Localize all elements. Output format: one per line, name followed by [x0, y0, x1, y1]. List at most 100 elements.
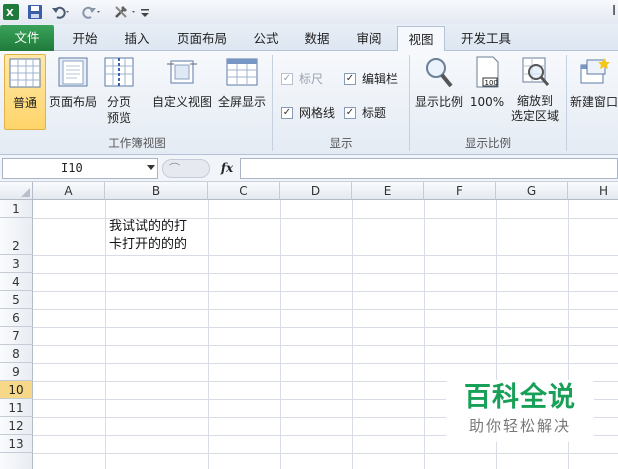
insert-function-icon[interactable]: fx: [218, 159, 236, 177]
save-icon[interactable]: [26, 3, 44, 21]
zoom-100-icon: 100: [471, 56, 503, 88]
column-header-e[interactable]: E: [352, 182, 424, 200]
full-screen-label: 全屏显示: [217, 95, 266, 109]
row-header-12[interactable]: 12: [0, 417, 33, 435]
tools-icon[interactable]: [112, 3, 138, 21]
tab-review[interactable]: 审阅: [346, 26, 392, 51]
headings-check-icon: ✓: [344, 106, 356, 119]
tab-home[interactable]: 开始: [62, 26, 108, 51]
custom-views-button[interactable]: 自定义视图: [150, 54, 214, 130]
zoom-100-icon-text: 100: [485, 79, 498, 87]
name-box[interactable]: I10: [2, 158, 158, 179]
row-header-13[interactable]: 13: [0, 435, 33, 453]
excel-window: X I 文件 开始 插入 页面布局 公式 数据 审阅 视图 开发工具 普通 页面…: [0, 0, 618, 469]
magnifier-icon: [423, 56, 455, 88]
tab-insert[interactable]: 插入: [114, 26, 160, 51]
column-header-a[interactable]: A: [33, 182, 105, 200]
formula-bar-check-icon: ✓: [344, 72, 356, 85]
row-header-9[interactable]: 9: [0, 363, 33, 381]
gridline: [105, 200, 106, 469]
gridline: [33, 291, 618, 292]
row-header-5[interactable]: 5: [0, 291, 33, 309]
row-header-1[interactable]: 1: [0, 200, 33, 218]
window-title: I: [612, 4, 616, 19]
gridline: [33, 309, 618, 310]
select-all-button[interactable]: [0, 182, 33, 200]
gridline: [33, 255, 618, 256]
formula-input[interactable]: [240, 158, 618, 179]
page-break-preview-label: 分页 预览: [106, 95, 131, 125]
gridline: [33, 453, 618, 454]
page-layout-view-icon: [57, 56, 89, 88]
gridlines-check-icon: ✓: [281, 106, 293, 119]
zoom-to-selection-button[interactable]: 缩放到 选定区域: [508, 54, 562, 130]
full-screen-button[interactable]: 全屏显示: [215, 54, 269, 130]
new-window-button[interactable]: 新建窗口: [570, 54, 618, 130]
svg-text:X: X: [6, 8, 14, 19]
undo-icon[interactable]: [50, 3, 72, 21]
excel-icon[interactable]: X: [2, 3, 20, 21]
normal-view-button[interactable]: 普通: [4, 54, 46, 130]
new-window-icon: [578, 56, 610, 88]
ribbon-view: 普通 页面布局 分页 预览 自定义视图 全屏显示 工作簿视图 ✓ 标尺 ✓ 编辑…: [0, 51, 618, 155]
watermark-subtitle: 助你轻松解决: [468, 417, 571, 435]
page-layout-view-button[interactable]: 页面布局: [48, 54, 98, 130]
gridlines-checkbox[interactable]: ✓ 网格线: [281, 104, 335, 121]
row-header-4[interactable]: 4: [0, 273, 33, 291]
chevron-down-icon[interactable]: [147, 165, 155, 170]
gridline: [33, 363, 618, 364]
row-header-10[interactable]: 10: [0, 381, 33, 399]
column-header-b[interactable]: B: [105, 182, 208, 200]
zoom-selection-icon: [519, 56, 551, 88]
custom-views-label: 自定义视图: [151, 95, 212, 109]
column-header-d[interactable]: D: [280, 182, 352, 200]
group-label-show: 显示: [329, 136, 353, 150]
tab-view[interactable]: 视图: [397, 26, 445, 52]
column-header-f[interactable]: F: [424, 182, 496, 200]
normal-view-icon: [9, 57, 41, 89]
column-header-c[interactable]: C: [208, 182, 280, 200]
zoom-button[interactable]: 显示比例: [413, 54, 465, 130]
row-header-7[interactable]: 7: [0, 327, 33, 345]
zoom-100-button[interactable]: 100 100%: [468, 54, 506, 130]
tab-page-layout[interactable]: 页面布局: [166, 26, 238, 51]
gridline: [33, 345, 618, 346]
row-header-3[interactable]: 3: [0, 255, 33, 273]
formula-bar: I10 ⌒ fx: [0, 155, 618, 182]
watermark: 百科全说 助你轻松解决: [446, 380, 594, 442]
column-header-h[interactable]: H: [568, 182, 618, 200]
full-screen-icon: [226, 56, 258, 88]
row-header-6[interactable]: 6: [0, 309, 33, 327]
watermark-title: 百科全说: [464, 382, 576, 413]
ruler-checkbox[interactable]: ✓ 标尺: [281, 70, 323, 87]
group-separator: [566, 55, 567, 151]
page-break-preview-button[interactable]: 分页 预览: [100, 54, 138, 130]
gridline: [280, 200, 281, 469]
row-header-8[interactable]: 8: [0, 345, 33, 363]
customize-icon[interactable]: [140, 3, 150, 21]
tab-file[interactable]: 文件: [0, 25, 54, 51]
headings-checkbox[interactable]: ✓ 标题: [344, 104, 386, 121]
tab-developer[interactable]: 开发工具: [452, 26, 520, 51]
row-header-2[interactable]: 2: [0, 218, 33, 255]
new-window-label: 新建窗口: [570, 95, 618, 109]
gridline: [352, 200, 353, 469]
redo-icon[interactable]: [80, 3, 102, 21]
row-header-11[interactable]: 11: [0, 399, 33, 417]
cell-b2[interactable]: 我试试的的打 卡打开的的的: [109, 218, 209, 254]
ribbon-tabs: 文件 开始 插入 页面布局 公式 数据 审阅 视图 开发工具: [0, 24, 618, 52]
ruler-check-icon: ✓: [281, 72, 293, 85]
row-header-14[interactable]: [0, 453, 33, 469]
group-separator: [409, 55, 410, 151]
gridlines-label: 网格线: [299, 106, 336, 120]
group-label-workbook-views: 工作簿视图: [108, 136, 166, 150]
tab-data[interactable]: 数据: [294, 26, 340, 51]
page-break-preview-icon: [103, 56, 135, 88]
column-header-g[interactable]: G: [496, 182, 568, 200]
formula-bar-checkbox[interactable]: ✓ 编辑栏: [344, 70, 398, 87]
zoom-100-label: 100%: [469, 95, 505, 109]
gridline: [33, 327, 618, 328]
headings-label: 标题: [362, 106, 387, 120]
formula-toggle[interactable]: ⌒: [162, 159, 210, 178]
tab-formulas[interactable]: 公式: [244, 26, 288, 51]
